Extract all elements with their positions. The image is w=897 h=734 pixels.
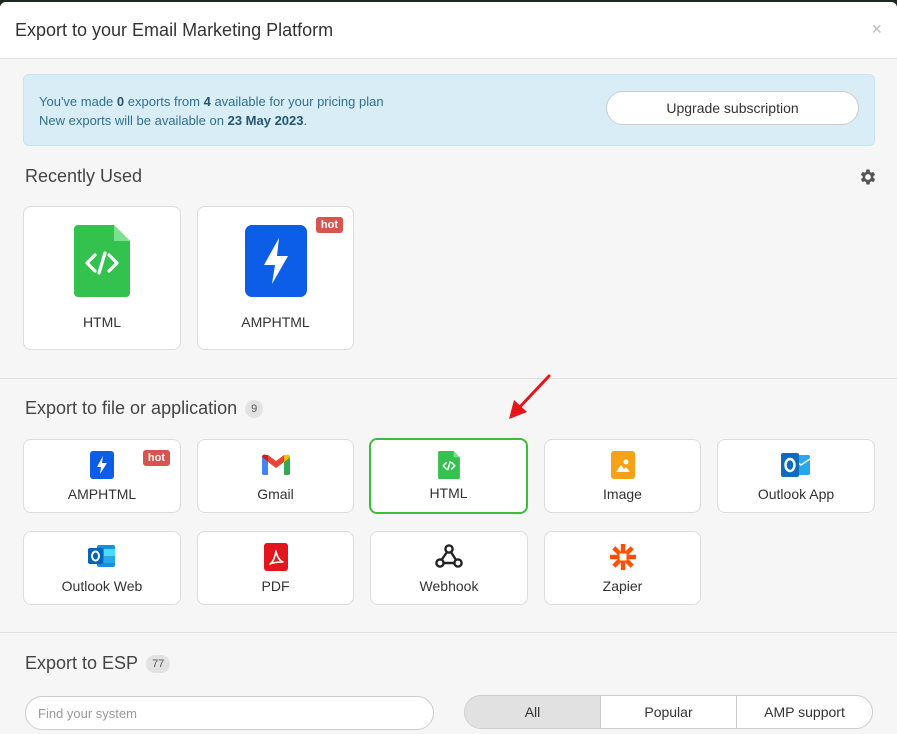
export-gmail-card[interactable]: Gmail bbox=[197, 439, 354, 513]
export-outlook-web-card[interactable]: Outlook Web bbox=[23, 531, 181, 605]
html-file-icon bbox=[74, 225, 130, 297]
section-divider bbox=[0, 632, 897, 633]
export-zapier-card[interactable]: Zapier bbox=[544, 531, 701, 605]
outlook-web-icon bbox=[88, 545, 115, 567]
upgrade-subscription-button[interactable]: Upgrade subscription bbox=[606, 91, 859, 125]
export-html-label: HTML bbox=[429, 485, 468, 501]
filter-all[interactable]: All bbox=[465, 696, 600, 728]
export-esp-title: Export to ESP 77 bbox=[25, 653, 171, 674]
amp-bolt-icon bbox=[244, 225, 307, 297]
recent-amphtml-label: AMPHTML bbox=[241, 314, 310, 330]
modal-title: Export to your Email Marketing Platform bbox=[15, 20, 334, 40]
export-amphtml-card[interactable]: hot AMPHTML bbox=[23, 439, 181, 513]
export-image-label: Image bbox=[603, 486, 642, 502]
recently-used-title: Recently Used bbox=[25, 166, 143, 186]
export-html-card[interactable]: HTML bbox=[369, 438, 528, 514]
export-pdf-card[interactable]: PDF bbox=[197, 531, 354, 605]
export-gmail-label: Gmail bbox=[257, 486, 294, 502]
export-pdf-label: PDF bbox=[261, 578, 290, 594]
modal-header: Export to your Email Marketing Platform … bbox=[0, 2, 897, 59]
gear-icon[interactable] bbox=[858, 167, 878, 187]
export-outlook-app-card[interactable]: Outlook App bbox=[717, 439, 875, 513]
export-file-count: 9 bbox=[245, 400, 264, 418]
amp-bolt-icon bbox=[90, 451, 114, 479]
export-outlook-web-label: Outlook Web bbox=[61, 578, 143, 594]
export-limit-banner: You've made 0 exports from 4 available f… bbox=[23, 74, 875, 146]
esp-filter-group: All Popular AMP support bbox=[464, 695, 873, 729]
hot-badge: hot bbox=[315, 217, 343, 233]
close-icon[interactable]: × bbox=[871, 19, 882, 40]
renewal-date: 23 May 2023 bbox=[227, 113, 304, 128]
export-modal: Export to your Email Marketing Platform … bbox=[0, 2, 897, 734]
export-image-card[interactable]: Image bbox=[544, 439, 701, 513]
outlook-app-icon bbox=[781, 453, 811, 477]
banner-line-2: New exports will be available on 23 May … bbox=[39, 113, 308, 128]
hot-badge: hot bbox=[142, 450, 170, 466]
export-amphtml-label: AMPHTML bbox=[67, 486, 137, 502]
gmail-icon bbox=[261, 454, 290, 475]
zapier-icon bbox=[609, 544, 636, 570]
banner-line-1: You've made 0 exports from 4 available f… bbox=[39, 94, 384, 109]
filter-amp-support[interactable]: AMP support bbox=[736, 696, 872, 728]
find-system-input[interactable] bbox=[25, 696, 434, 730]
recent-html-label: HTML bbox=[82, 314, 122, 330]
pdf-icon bbox=[263, 543, 288, 571]
red-arrow-annotation bbox=[509, 374, 551, 419]
image-icon bbox=[610, 451, 635, 479]
recent-html-card[interactable]: HTML bbox=[23, 206, 181, 350]
section-divider bbox=[0, 378, 897, 379]
exports-available-count: 4 bbox=[203, 94, 211, 109]
html-file-icon bbox=[437, 451, 460, 479]
recent-amphtml-card[interactable]: hot AMPHTML bbox=[197, 206, 354, 350]
export-webhook-card[interactable]: Webhook bbox=[370, 531, 528, 605]
filter-popular[interactable]: Popular bbox=[600, 696, 736, 728]
export-esp-count: 77 bbox=[146, 655, 171, 673]
export-outlook-app-label: Outlook App bbox=[757, 486, 835, 502]
webhook-icon bbox=[435, 544, 463, 568]
export-file-title: Export to file or application 9 bbox=[25, 398, 264, 419]
export-webhook-label: Webhook bbox=[419, 578, 479, 594]
export-zapier-label: Zapier bbox=[602, 578, 643, 594]
